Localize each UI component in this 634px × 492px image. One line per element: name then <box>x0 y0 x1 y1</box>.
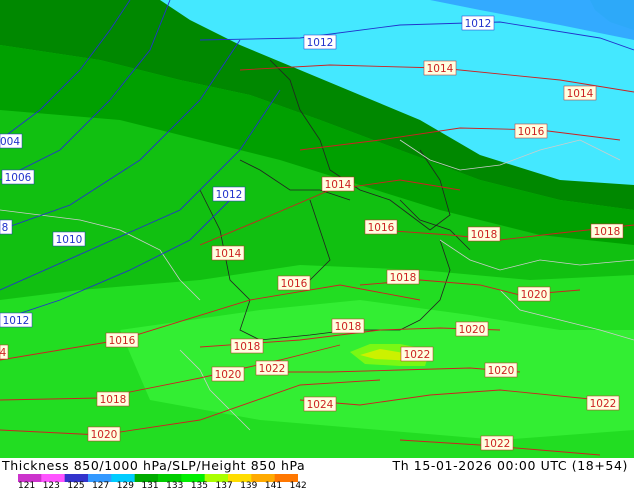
isobar-label: 1022 <box>400 346 434 362</box>
isobar-label: 1014 <box>321 176 355 192</box>
svg-text:1016: 1016 <box>109 335 136 347</box>
svg-text:1014: 1014 <box>215 248 242 260</box>
svg-text:1020: 1020 <box>215 369 242 381</box>
weather-map-viewer: 1012 1012 1014 1014 1016 004 1006 1014 1… <box>0 0 634 492</box>
svg-text:1016: 1016 <box>368 222 395 234</box>
svg-text:1012: 1012 <box>465 18 492 30</box>
isobar-label: 1012 <box>461 15 495 31</box>
isobar-label: 1020 <box>517 286 551 302</box>
svg-text:1018: 1018 <box>100 394 127 406</box>
isobar-label: 1018 <box>590 223 624 239</box>
isobar-label: 1018 <box>386 269 420 285</box>
isobar-label: 1018 <box>230 338 264 354</box>
isobar-label: 1018 <box>331 318 365 334</box>
isobar-label: 1022 <box>480 435 514 451</box>
svg-text:1012: 1012 <box>216 189 243 201</box>
isobar-label: 004 <box>0 133 23 149</box>
svg-text:1022: 1022 <box>590 398 617 410</box>
svg-text:1006: 1006 <box>5 172 32 184</box>
isobar-label: 1012 <box>303 34 337 50</box>
isobar-label: 1016 <box>364 219 398 235</box>
svg-text:1018: 1018 <box>471 229 498 241</box>
isobar-label: 1018 <box>467 226 501 242</box>
svg-text:1010: 1010 <box>56 234 83 246</box>
isobar-label: 1022 <box>255 360 289 376</box>
thickness-map: 1012 1012 1014 1014 1016 004 1006 1014 1… <box>0 0 634 458</box>
svg-text:1016: 1016 <box>518 126 545 138</box>
svg-text:8: 8 <box>2 222 9 234</box>
isobar-label: 1014 <box>423 60 457 76</box>
legend-tick-labels: 121 123 125 127 129 131 133 135 137 139 141 142 <box>14 481 314 492</box>
isobar-label: 1022 <box>586 395 620 411</box>
isobar-label: 1012 <box>212 186 246 202</box>
svg-text:1018: 1018 <box>390 272 417 284</box>
svg-text:1018: 1018 <box>335 321 362 333</box>
svg-text:1022: 1022 <box>484 438 511 450</box>
svg-text:1022: 1022 <box>404 349 431 361</box>
svg-text:4: 4 <box>0 347 7 359</box>
isobar-label: 1006 <box>1 169 35 185</box>
svg-text:1018: 1018 <box>234 341 261 353</box>
map-footer: Thickness 850/1000 hPa/SLP/Height 850 hP… <box>0 458 634 492</box>
svg-text:1012: 1012 <box>3 315 30 327</box>
isobar-label: 8 <box>0 219 13 235</box>
svg-text:1024: 1024 <box>307 399 334 411</box>
svg-text:1020: 1020 <box>91 429 118 441</box>
isobar-label: 4 <box>0 344 9 360</box>
isobar-label: 1020 <box>455 321 489 337</box>
svg-text:1014: 1014 <box>427 63 454 75</box>
isobar-label: 1024 <box>303 396 337 412</box>
svg-text:1014: 1014 <box>325 179 352 191</box>
product-title: Thickness 850/1000 hPa/SLP/Height 850 hP… <box>2 458 306 473</box>
svg-text:1012: 1012 <box>307 37 334 49</box>
isobar-label: 1016 <box>105 332 139 348</box>
valid-time: Th 15-01-2026 00:00 UTC (18+54) <box>392 458 628 473</box>
svg-text:1022: 1022 <box>259 363 286 375</box>
isobar-label: 1020 <box>211 366 245 382</box>
svg-text:1020: 1020 <box>488 365 515 377</box>
isobar-label: 1014 <box>563 85 597 101</box>
svg-text:1014: 1014 <box>567 88 594 100</box>
svg-text:1020: 1020 <box>459 324 486 336</box>
isobar-label: 1012 <box>0 312 33 328</box>
isobar-label: 1016 <box>514 123 548 139</box>
isobar-label: 1020 <box>484 362 518 378</box>
isobar-label: 1020 <box>87 426 121 442</box>
isobar-label: 1010 <box>52 231 86 247</box>
svg-text:1020: 1020 <box>521 289 548 301</box>
isobar-label: 1014 <box>211 245 245 261</box>
isobar-label: 1018 <box>96 391 130 407</box>
svg-text:1018: 1018 <box>594 226 621 238</box>
svg-text:004: 004 <box>0 136 20 148</box>
svg-text:1016: 1016 <box>281 278 308 290</box>
isobar-label: 1016 <box>277 275 311 291</box>
